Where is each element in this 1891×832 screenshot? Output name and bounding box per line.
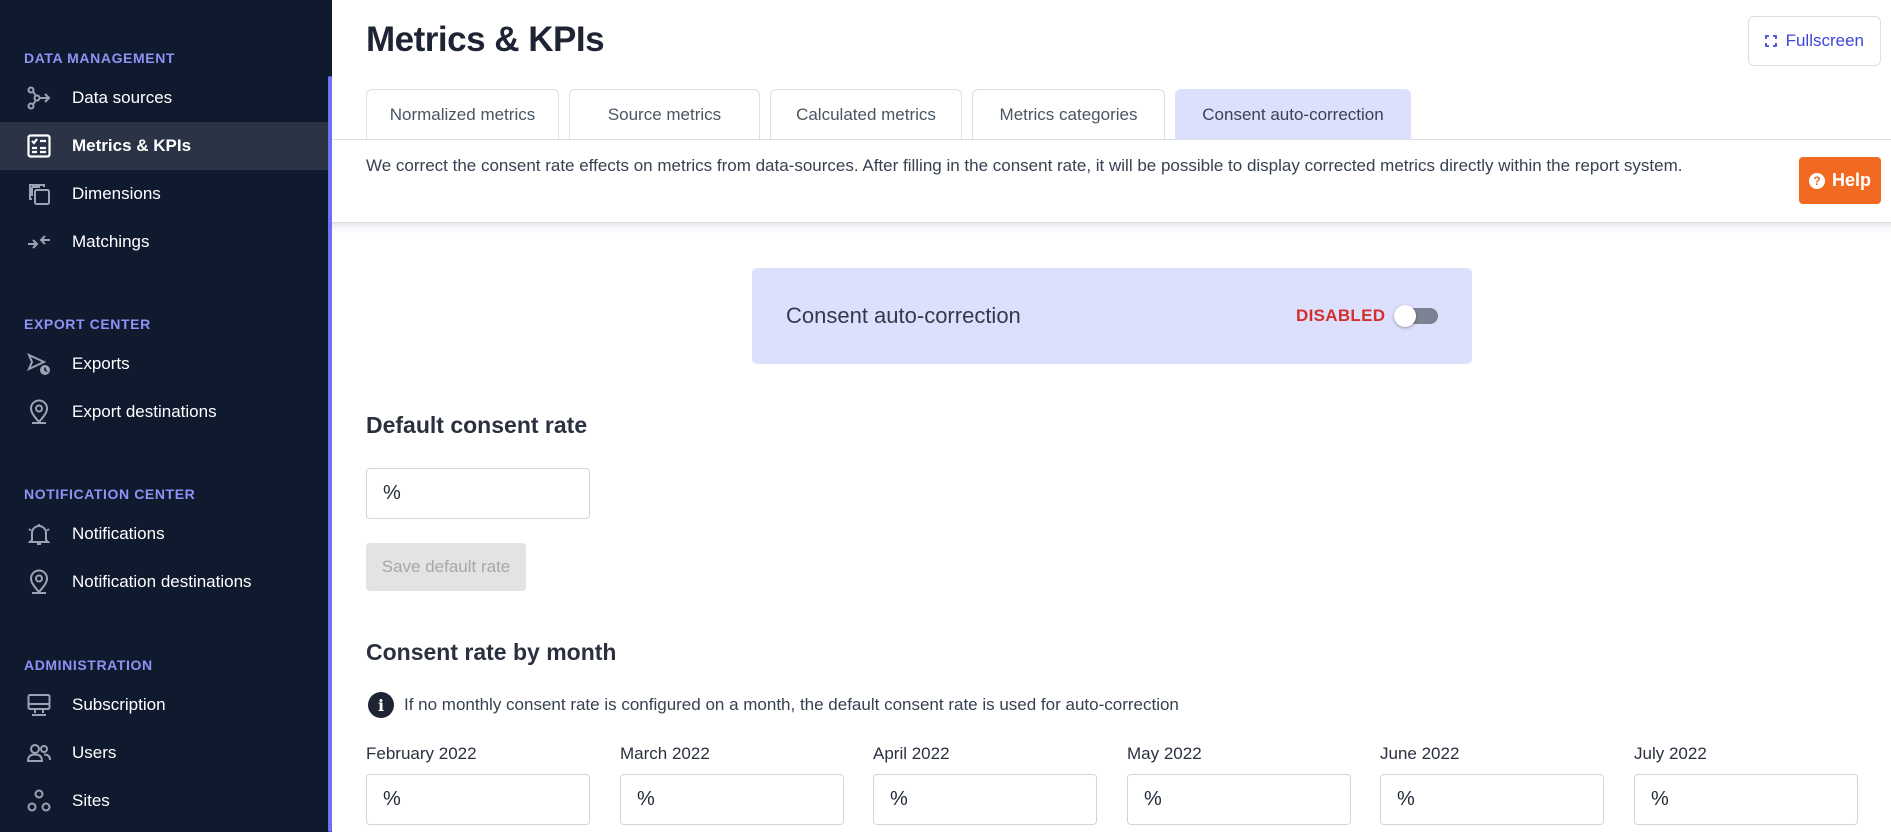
sidebar: DATA MANAGEMENT Data sources Metrics & K… — [0, 0, 332, 832]
month-rate-field-july-2022[interactable]: % — [1634, 774, 1858, 825]
consent-toggle[interactable] — [1394, 305, 1438, 327]
toggle-knob — [1394, 305, 1416, 327]
sidebar-item-export-destinations[interactable]: Export destinations — [0, 388, 328, 436]
sidebar-item-label: Subscription — [72, 695, 166, 714]
monthly-info-text: If no monthly consent rate is configured… — [404, 695, 1179, 714]
sidebar-item-exports[interactable]: Exports — [0, 340, 328, 388]
tab-metrics-categories[interactable]: Metrics categories — [972, 89, 1165, 140]
sidebar-item-label: Dimensions — [72, 184, 161, 203]
month-rate-input[interactable] — [1170, 783, 1340, 817]
month-rate-field-april-2022[interactable]: % — [873, 774, 1097, 825]
sites-icon — [26, 788, 52, 814]
data-sources-icon — [26, 85, 52, 111]
month-label: March 2022 — [620, 744, 710, 763]
sidebar-item-label: Matchings — [72, 232, 150, 251]
sidebar-item-label: Exports — [72, 354, 130, 373]
percent-icon: % — [1144, 788, 1162, 810]
metrics-icon — [26, 133, 52, 159]
location-pin-icon — [26, 399, 52, 425]
month-rate-field-may-2022[interactable]: % — [1127, 774, 1351, 825]
sidebar-item-label: Export destinations — [72, 402, 217, 421]
percent-icon: % — [383, 482, 401, 504]
location-pin-icon — [26, 569, 52, 595]
sidebar-section-data-management: DATA MANAGEMENT Data sources Metrics & K… — [0, 47, 328, 266]
month-label: June 2022 — [1380, 744, 1460, 763]
month-rate-field-march-2022[interactable]: % — [620, 774, 844, 825]
sidebar-heading: EXPORT CENTER — [24, 316, 151, 332]
page-title: Metrics & KPIs — [366, 20, 605, 59]
tab-source-metrics[interactable]: Source metrics — [569, 89, 760, 140]
month-rate-input[interactable] — [916, 783, 1086, 817]
sidebar-heading: NOTIFICATION CENTER — [24, 486, 196, 502]
sidebar-item-dimensions[interactable]: Dimensions — [0, 170, 328, 218]
percent-icon: % — [1397, 788, 1415, 810]
default-rate-field[interactable]: % — [366, 468, 590, 519]
consent-auto-correction-card: Consent auto-correction DISABLED — [752, 268, 1472, 364]
status-badge: DISABLED — [1296, 306, 1386, 325]
sidebar-section-notification-center: NOTIFICATION CENTER Notifications Notifi… — [0, 483, 328, 606]
users-icon — [26, 740, 52, 766]
monthly-info: i If no monthly consent rate is configur… — [368, 692, 1179, 718]
month-rate-input[interactable] — [1423, 783, 1593, 817]
sidebar-item-notification-destinations[interactable]: Notification destinations — [0, 558, 328, 606]
tab-normalized-metrics[interactable]: Normalized metrics — [366, 89, 559, 140]
tab-consent-auto-correction[interactable]: Consent auto-correction — [1175, 89, 1411, 140]
default-rate-input[interactable] — [409, 477, 579, 511]
sidebar-item-label: Sites — [72, 791, 110, 810]
sidebar-heading: DATA MANAGEMENT — [24, 50, 176, 66]
sidebar-section-export-center: EXPORT CENTER Exports Export destination… — [0, 313, 328, 436]
consent-card-label: Consent auto-correction — [786, 303, 1021, 328]
sidebar-section-administration: ADMINISTRATION Subscription Users Sites — [0, 654, 328, 825]
month-label: February 2022 — [366, 744, 477, 763]
percent-icon: % — [890, 788, 908, 810]
exports-icon — [26, 351, 52, 377]
matchings-icon — [26, 229, 52, 255]
subscription-icon — [26, 692, 52, 718]
month-rate-input[interactable] — [409, 783, 579, 817]
page-description: We correct the consent rate effects on m… — [366, 156, 1683, 175]
main-content: Metrics & KPIs Fullscreen Normalized met… — [332, 0, 1891, 832]
save-default-rate-button[interactable]: Save default rate — [366, 543, 526, 591]
sidebar-item-data-sources[interactable]: Data sources — [0, 74, 328, 122]
month-rate-field-february-2022[interactable]: % — [366, 774, 590, 825]
bell-icon — [26, 521, 52, 547]
monthly-rate-heading: Consent rate by month — [366, 639, 617, 665]
sidebar-item-label: Notification destinations — [72, 572, 252, 591]
percent-icon: % — [1651, 788, 1669, 810]
fullscreen-label: Fullscreen — [1785, 31, 1864, 50]
sidebar-item-label: Notifications — [72, 524, 165, 543]
sidebar-heading: ADMINISTRATION — [24, 657, 153, 673]
sidebar-item-label: Data sources — [72, 88, 173, 107]
sidebar-item-metrics-kpis[interactable]: Metrics & KPIs — [0, 122, 328, 170]
month-rate-input[interactable] — [663, 783, 833, 817]
month-label: April 2022 — [873, 744, 950, 763]
dimensions-icon — [26, 181, 52, 207]
fullscreen-button[interactable]: Fullscreen — [1747, 16, 1881, 66]
help-button[interactable]: ? Help — [1799, 157, 1881, 204]
sidebar-item-matchings[interactable]: Matchings — [0, 218, 328, 266]
header-divider — [332, 222, 1891, 234]
month-rate-input[interactable] — [1677, 783, 1847, 817]
sidebar-item-label: Users — [72, 743, 117, 762]
sidebar-item-notifications[interactable]: Notifications — [0, 510, 328, 558]
percent-icon: % — [637, 788, 655, 810]
percent-icon: % — [383, 788, 401, 810]
question-circle-icon: ? — [1808, 172, 1825, 189]
info-icon: i — [368, 692, 394, 718]
default-rate-heading: Default consent rate — [366, 412, 588, 438]
sidebar-item-users[interactable]: Users — [0, 729, 328, 777]
fullscreen-icon — [1764, 35, 1777, 47]
tab-calculated-metrics[interactable]: Calculated metrics — [770, 89, 962, 140]
month-rate-field-june-2022[interactable]: % — [1380, 774, 1604, 825]
tabs-divider — [332, 139, 1891, 140]
help-label: Help — [1831, 170, 1871, 190]
tab-bar: Normalized metrics Source metrics Calcul… — [366, 89, 1421, 140]
sidebar-item-sites[interactable]: Sites — [0, 777, 328, 825]
month-label: May 2022 — [1127, 744, 1202, 763]
sidebar-item-label: Metrics & KPIs — [72, 136, 192, 155]
month-label: July 2022 — [1634, 744, 1707, 763]
sidebar-item-subscription[interactable]: Subscription — [0, 681, 328, 729]
